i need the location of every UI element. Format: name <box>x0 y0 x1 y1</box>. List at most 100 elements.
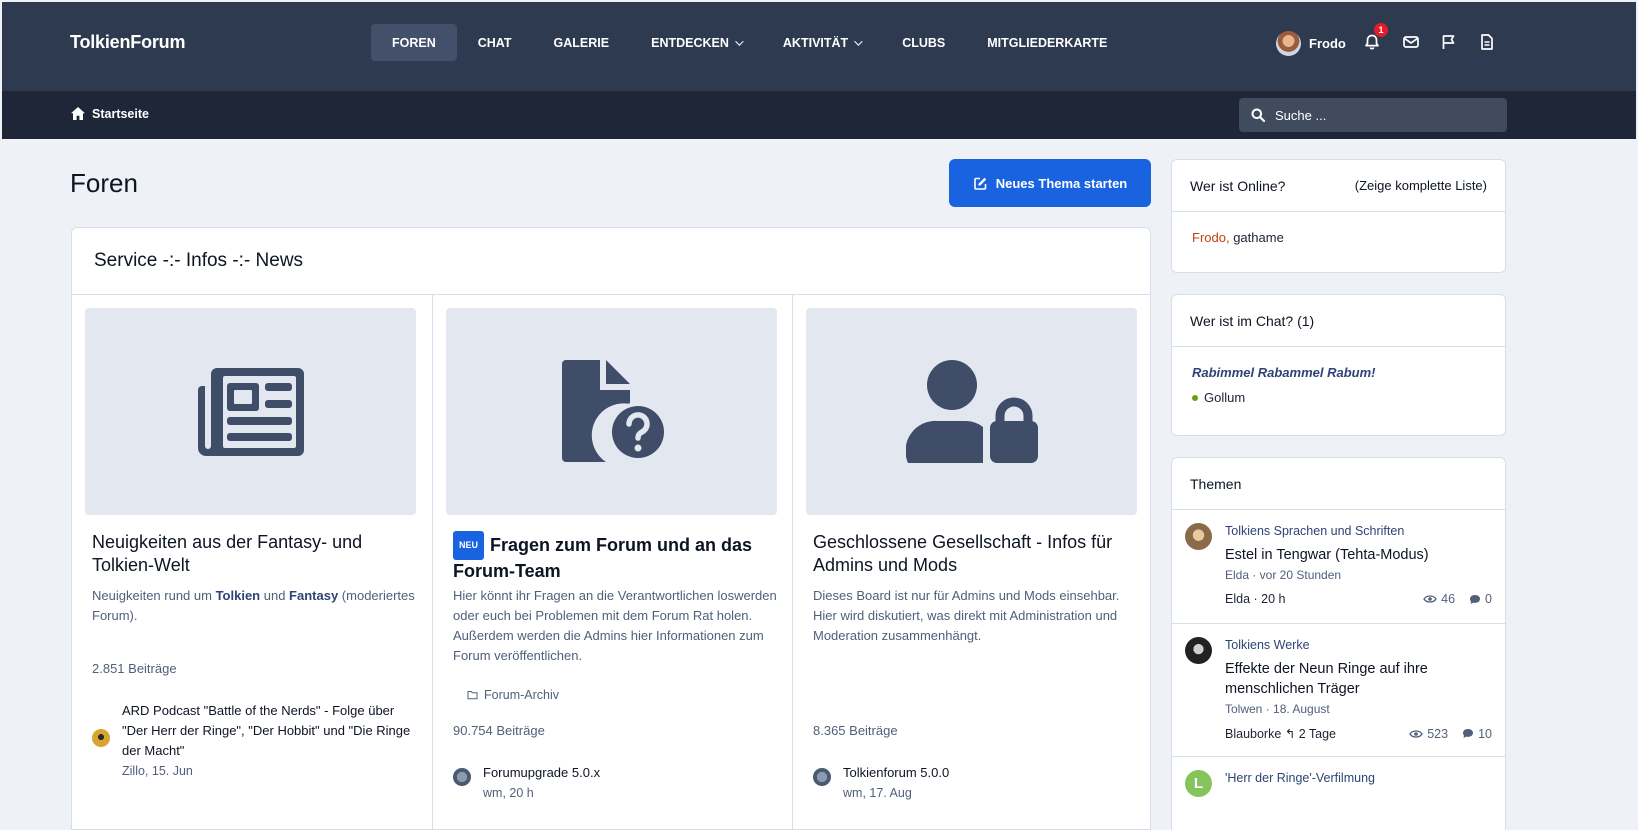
topic-last-post[interactable]: Blauborke ↰ 2 Tage <box>1225 726 1336 741</box>
notification-badge: 1 <box>1374 23 1388 37</box>
forum-description: Dieses Board ist nur für Admins und Mods… <box>813 588 1120 643</box>
topic-title[interactable]: Estel in Tengwar (Tehta-Modus) <box>1225 545 1495 565</box>
new-badge: NEU <box>453 531 485 560</box>
topic-item[interactable]: Tolkiens Sprachen und Schriften Estel in… <box>1172 510 1505 624</box>
forum-title[interactable]: Neuigkeiten aus der Fantasy- und Tolkien… <box>92 531 412 577</box>
avatar[interactable] <box>813 768 831 786</box>
subforum-link[interactable]: Forum-Archiv <box>467 688 559 702</box>
topic-item[interactable]: L 'Herr der Ringe'-Verfilmung <box>1172 757 1505 830</box>
widget-header: Themen <box>1172 458 1505 510</box>
flag-icon[interactable] <box>1440 33 1458 51</box>
envelope-icon[interactable] <box>1402 33 1420 51</box>
forum-thumbnail[interactable] <box>85 308 416 515</box>
forum-node[interactable]: NEU Fragen zum Forum und an das Forum-Tea… <box>432 295 792 829</box>
breadcrumb-home[interactable]: Startseite <box>92 107 149 121</box>
comment-icon <box>1463 729 1474 738</box>
online-widget: Wer ist Online? (Zeige komplette Liste) … <box>1171 159 1506 273</box>
online-list: Frodo, gathame <box>1172 212 1505 263</box>
latest-post-meta[interactable]: Zillo, 15. Jun <box>122 761 412 781</box>
topic-title[interactable]: Effekte der Neun Ringe auf ihre menschli… <box>1225 659 1495 699</box>
reply-count: 0 <box>1469 592 1492 606</box>
topic-footer: Elda · 20 h 46 0 <box>1225 592 1492 606</box>
newspaper-icon <box>197 367 304 456</box>
topic-forum[interactable]: 'Herr der Ringe'-Verfilmung <box>1225 771 1375 785</box>
latest-post-title[interactable]: ARD Podcast "Battle of the Nerds" - Folg… <box>122 701 412 761</box>
category-title[interactable]: Service -:- Infos -:- News <box>72 228 1150 295</box>
widget-header: Wer ist Online? (Zeige komplette Liste) <box>1172 160 1505 212</box>
subforum-label[interactable]: Forum-Archiv <box>484 688 559 702</box>
edit-icon <box>973 177 987 190</box>
chevron-down-icon <box>735 36 744 46</box>
comment-icon <box>1470 594 1481 604</box>
forum-title[interactable]: Geschlossene Gesellschaft - Infos für Ad… <box>813 531 1133 577</box>
forum-grid: Neuigkeiten aus der Fantasy- und Tolkien… <box>72 295 1150 829</box>
reply-count: 10 <box>1462 726 1492 741</box>
view-count-value: 523 <box>1427 726 1449 741</box>
new-thread-button[interactable]: Neues Thema starten <box>949 159 1151 207</box>
nav-chat[interactable]: CHAT <box>457 24 533 61</box>
latest-post-meta[interactable]: wm, 20 h <box>483 783 600 803</box>
site-logo[interactable]: TolkienForum <box>70 32 185 53</box>
document-icon[interactable] <box>1478 33 1496 51</box>
eye-icon <box>1423 595 1437 603</box>
folder-icon <box>467 691 478 700</box>
forum-node[interactable]: Neuigkeiten aus der Fantasy- und Tolkien… <box>72 295 432 829</box>
post-count: 90.754 Beiträge <box>453 723 545 738</box>
online-user[interactable]: gathame <box>1233 230 1284 245</box>
forum-title[interactable]: NEU Fragen zum Forum und an das Forum-Tea… <box>453 531 773 583</box>
main-nav: FOREN CHAT GALERIE ENTDECKEN AKTIVITÄT C… <box>371 24 1128 61</box>
avatar[interactable]: L <box>1185 770 1212 797</box>
widget-title: Wer ist Online? <box>1190 177 1286 194</box>
avatar[interactable] <box>1185 637 1212 664</box>
nav-aktivitaet[interactable]: AKTIVITÄT <box>762 24 881 61</box>
topic-forum[interactable]: Tolkiens Sprachen und Schriften <box>1225 524 1404 538</box>
avatar[interactable] <box>1185 523 1212 550</box>
latest-post[interactable]: Tolkienforum 5.0.0 wm, 17. Aug <box>813 763 1133 803</box>
latest-post[interactable]: ARD Podcast "Battle of the Nerds" - Folg… <box>92 701 412 781</box>
nav-mitgliederkarte[interactable]: MITGLIEDERKARTE <box>966 24 1128 61</box>
topic-forum[interactable]: Tolkiens Werke <box>1225 638 1310 652</box>
file-question-icon <box>561 359 668 462</box>
topic-item[interactable]: Tolkiens Werke Effekte der Neun Ringe au… <box>1172 624 1505 757</box>
chat-widget: Wer ist im Chat? (1) Rabimmel Rabammel R… <box>1171 294 1506 436</box>
widget-title[interactable]: Wer ist im Chat? (1) <box>1190 313 1314 329</box>
nav-galerie[interactable]: GALERIE <box>533 24 631 61</box>
post-count: 2.851 Beiträge <box>92 661 177 676</box>
nav-entdecken[interactable]: ENTDECKEN <box>630 24 762 61</box>
category-card: Service -:- Infos -:- News Neuigkeiten a… <box>71 227 1151 830</box>
chat-body: Rabimmel Rabammel Rabum! Gollum <box>1172 347 1505 423</box>
view-count: 46 <box>1423 592 1455 606</box>
online-user[interactable]: Frodo, <box>1192 230 1230 245</box>
desc-bold: Fantasy <box>289 588 339 603</box>
topic-meta: Elda · vor 20 Stunden <box>1225 568 1342 582</box>
avatar[interactable] <box>92 729 110 747</box>
nav-clubs[interactable]: CLUBS <box>881 24 966 61</box>
chat-user[interactable]: Gollum <box>1192 390 1485 405</box>
nav-galerie-label: GALERIE <box>553 35 610 50</box>
avatar[interactable] <box>1276 30 1301 56</box>
topic-last-post[interactable]: Elda · 20 h <box>1225 592 1285 606</box>
breadcrumb[interactable]: Startseite <box>70 106 149 121</box>
user-name[interactable]: Frodo <box>1309 36 1346 51</box>
chat-message: Rabimmel Rabammel Rabum! <box>1192 365 1376 380</box>
latest-post-title[interactable]: Tolkienforum 5.0.0 <box>843 763 949 783</box>
forum-thumbnail[interactable] <box>446 308 777 515</box>
topic-meta: Tolwen · 18. August <box>1225 702 1330 716</box>
forum-node[interactable]: Geschlossene Gesellschaft - Infos für Ad… <box>792 295 1150 829</box>
latest-post[interactable]: Forumupgrade 5.0.x wm, 20 h <box>453 763 773 803</box>
search-input[interactable]: Suche ... <box>1239 98 1507 132</box>
forum-description: Neuigkeiten rund um Tolkien und Fantasy … <box>92 586 417 626</box>
nav-foren[interactable]: FOREN <box>371 24 457 61</box>
forum-title-text[interactable]: Fragen zum Forum und an das Forum-Team <box>453 535 752 581</box>
forum-thumbnail[interactable] <box>806 308 1137 515</box>
chat-user-name[interactable]: Gollum <box>1204 390 1245 405</box>
user-lock-icon <box>905 359 1038 463</box>
show-full-list-link[interactable]: (Zeige komplette Liste) <box>1355 178 1487 193</box>
widget-title: Themen <box>1190 475 1242 492</box>
latest-post-title[interactable]: Forumupgrade 5.0.x <box>483 763 600 783</box>
nav-clubs-label: CLUBS <box>902 35 946 50</box>
view-count: 523 <box>1409 726 1448 741</box>
avatar[interactable] <box>453 768 471 786</box>
latest-post-meta[interactable]: wm, 17. Aug <box>843 783 949 803</box>
user-menu[interactable]: Frodo <box>1276 29 1346 57</box>
